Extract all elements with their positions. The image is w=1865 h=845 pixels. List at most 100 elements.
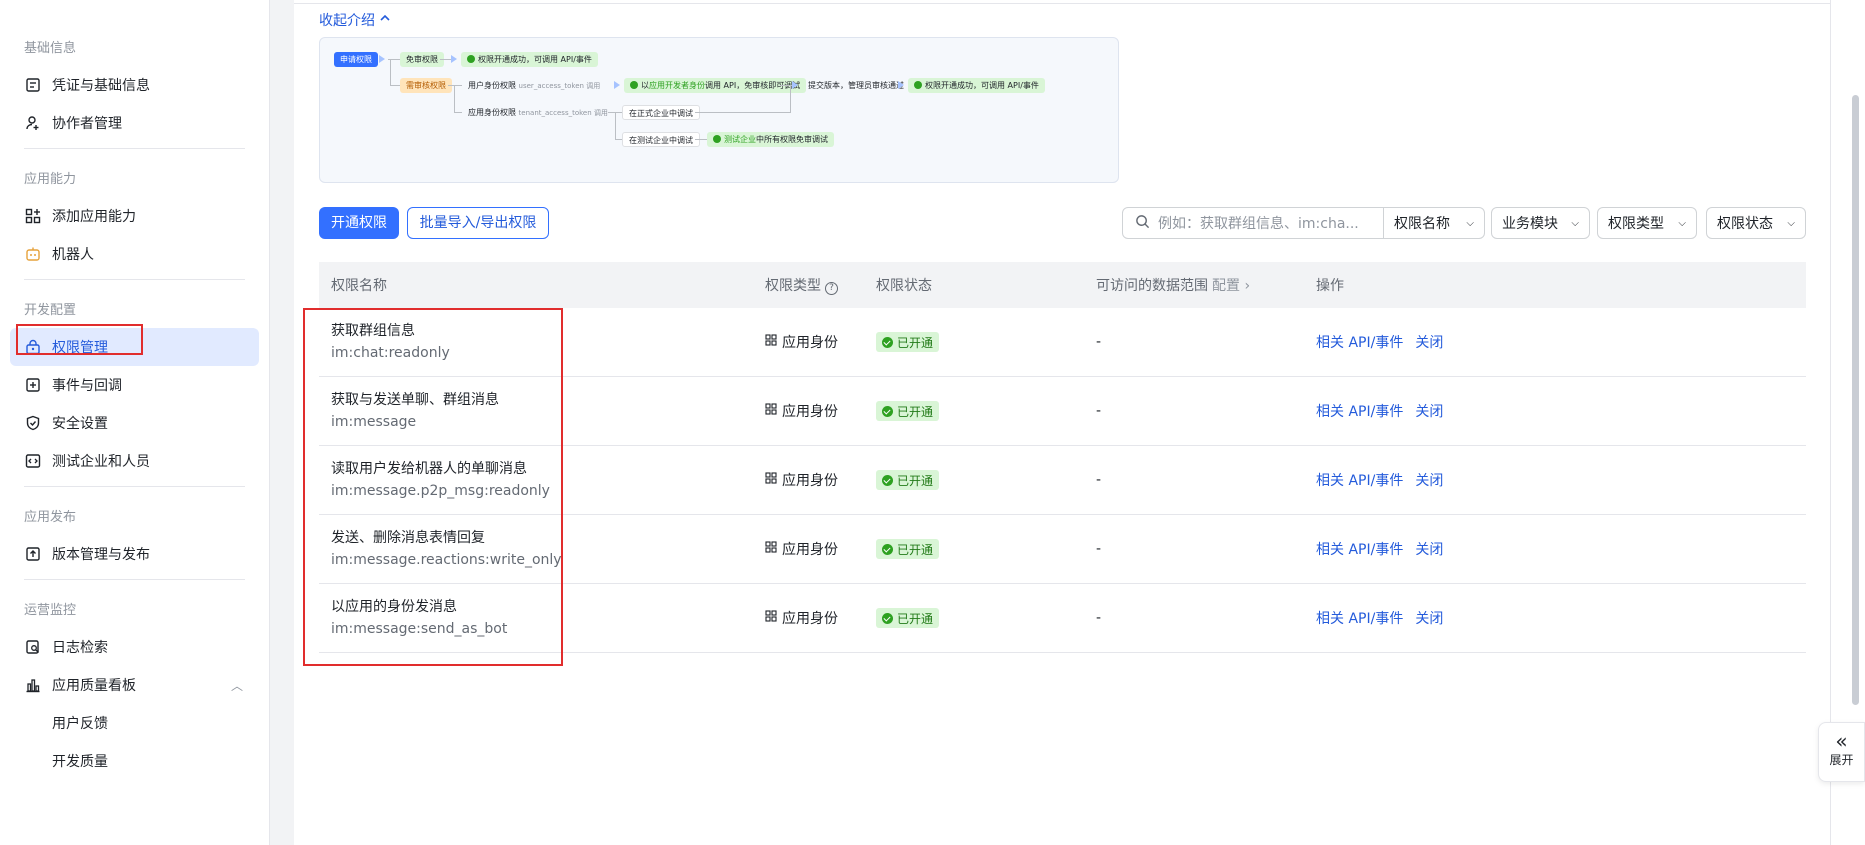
chevron-up-icon[interactable]: ︿ bbox=[231, 677, 243, 694]
nav-permissions[interactable]: 权限管理 bbox=[10, 328, 259, 366]
permission-name: 获取群组信息 bbox=[331, 323, 415, 339]
flow-arrow-icon bbox=[614, 81, 620, 89]
header-type: 权限类型? bbox=[765, 275, 876, 295]
collapse-intro-link[interactable]: 收起介绍 bbox=[319, 10, 391, 30]
header-scope-label: 可访问的数据范围 bbox=[1096, 278, 1208, 294]
related-api-link[interactable]: 相关 API/事件 bbox=[1316, 335, 1403, 351]
scrollbar-track[interactable] bbox=[1830, 0, 1865, 845]
robot-icon bbox=[24, 245, 42, 263]
ops-cell: 相关 API/事件 关闭 bbox=[1316, 470, 1806, 490]
scope-config-link[interactable]: 配置 › bbox=[1212, 278, 1250, 294]
permission-code: im:message.reactions:write_only bbox=[331, 552, 562, 568]
search-placeholder: 例如：获取群组信息、im:cha... bbox=[1158, 216, 1359, 232]
nav-events[interactable]: 事件与回调 bbox=[10, 366, 259, 404]
permission-name: 读取用户发给机器人的单聊消息 bbox=[331, 461, 527, 477]
related-api-link[interactable]: 相关 API/事件 bbox=[1316, 542, 1403, 558]
nav-label: 开发质量 bbox=[52, 754, 108, 770]
flow-text: 以 bbox=[641, 81, 649, 90]
nav-add-capability[interactable]: 添加应用能力 bbox=[10, 197, 259, 235]
filter-permission-type[interactable]: 权限类型 ⌵ bbox=[1597, 207, 1697, 239]
nav-label: 安全设置 bbox=[52, 416, 108, 432]
type-cell: 应用身份 bbox=[765, 608, 876, 628]
upload-icon bbox=[24, 545, 42, 563]
lock-icon bbox=[24, 338, 42, 356]
header-type-label: 权限类型 bbox=[765, 278, 821, 294]
table-row: 发送、删除消息表情回复 im:message.reactions:write_on… bbox=[319, 515, 1806, 584]
nav-dev-quality[interactable]: 开发质量 bbox=[10, 742, 259, 780]
permission-cell: 获取群组信息 im:chat:readonly bbox=[319, 320, 765, 364]
related-api-link[interactable]: 相关 API/事件 bbox=[1316, 473, 1403, 489]
header-ops: 操作 bbox=[1316, 278, 1344, 294]
nav-credentials[interactable]: 凭证与基础信息 bbox=[10, 66, 259, 104]
chevron-up-icon bbox=[379, 12, 391, 28]
event-icon bbox=[24, 376, 42, 394]
type-label: 应用身份 bbox=[782, 542, 838, 558]
sidebar: 基础信息 凭证与基础信息 协作者管理 应用能力 添加应用能力 机器人 开发配置 … bbox=[0, 0, 270, 845]
nav-security[interactable]: 安全设置 bbox=[10, 404, 259, 442]
filter-permission-name[interactable]: 权限名称 ⌵ bbox=[1383, 207, 1485, 239]
scope-cell: - bbox=[1096, 403, 1102, 419]
permission-cell: 发送、删除消息表情回复 im:message.reactions:write_on… bbox=[319, 527, 765, 571]
batch-import-export-button[interactable]: 批量导入/导出权限 bbox=[407, 207, 549, 239]
shield-icon bbox=[24, 414, 42, 432]
expand-panel-button[interactable]: « 展开 bbox=[1818, 722, 1865, 782]
flow-text: 应用身份权限 bbox=[468, 108, 516, 117]
status-label: 已开通 bbox=[897, 611, 934, 626]
flow-line bbox=[390, 59, 391, 86]
nav-robot[interactable]: 机器人 bbox=[10, 235, 259, 273]
related-api-link[interactable]: 相关 API/事件 bbox=[1316, 404, 1403, 420]
filter-business-module[interactable]: 业务模块 ⌵ bbox=[1491, 207, 1590, 239]
nav-label: 版本管理与发布 bbox=[52, 547, 150, 563]
chevron-down-icon: ⌵ bbox=[1466, 217, 1474, 229]
permissions-table: 权限名称 权限类型? 权限状态 可访问的数据范围 配置 › 操作 获取群组信息 im… bbox=[319, 262, 1806, 653]
scope-cell: - bbox=[1096, 541, 1102, 557]
filter-permission-status[interactable]: 权限状态 ⌵ bbox=[1706, 207, 1806, 239]
permission-code: im:message bbox=[331, 414, 417, 430]
status-cell: 已开通 bbox=[876, 401, 1096, 421]
nav-user-feedback[interactable]: 用户反馈 bbox=[10, 704, 259, 742]
close-permission-link[interactable]: 关闭 bbox=[1415, 611, 1443, 627]
nav-label: 事件与回调 bbox=[52, 378, 122, 394]
flow-final-result: 权限开通成功，可调用 API/事件 bbox=[908, 78, 1045, 93]
log-search-icon bbox=[24, 638, 42, 656]
nav-log-search[interactable]: 日志检索 bbox=[10, 628, 259, 666]
flow-arrow-icon bbox=[898, 81, 904, 89]
enable-permission-button[interactable]: 开通权限 bbox=[319, 207, 399, 239]
flow-text: 应用开发者身份 bbox=[649, 81, 705, 90]
flow-arrow-icon bbox=[792, 81, 798, 89]
check-circle-icon bbox=[882, 612, 893, 624]
header-scope: 可访问的数据范围 配置 › bbox=[1096, 275, 1316, 295]
expand-label: 展开 bbox=[1829, 753, 1854, 767]
close-permission-link[interactable]: 关闭 bbox=[1415, 335, 1443, 351]
check-circle-icon bbox=[882, 543, 893, 555]
status-label: 已开通 bbox=[897, 473, 934, 488]
help-icon[interactable]: ? bbox=[825, 282, 838, 295]
nav-collaborators[interactable]: 协作者管理 bbox=[10, 104, 259, 142]
search-input[interactable]: 例如：获取群组信息、im:cha... bbox=[1122, 207, 1384, 239]
flow-text: tenant_access_token 调用 bbox=[518, 109, 608, 117]
type-label: 应用身份 bbox=[782, 611, 838, 627]
nav-version-release[interactable]: 版本管理与发布 bbox=[10, 535, 259, 573]
close-permission-link[interactable]: 关闭 bbox=[1415, 473, 1443, 489]
related-api-link[interactable]: 相关 API/事件 bbox=[1316, 611, 1403, 627]
type-cell: 应用身份 bbox=[765, 539, 876, 559]
flow-apply: 申请权限 bbox=[334, 52, 378, 67]
nav-label: 凭证与基础信息 bbox=[52, 78, 150, 94]
permission-cell: 读取用户发给机器人的单聊消息 im:message.p2p_msg:readonl… bbox=[319, 458, 765, 502]
scrollbar-thumb[interactable] bbox=[1852, 95, 1859, 705]
nav-label: 机器人 bbox=[52, 247, 94, 263]
nav-test-tenant[interactable]: 测试企业和人员 bbox=[10, 442, 259, 480]
flow-line bbox=[695, 112, 790, 113]
nav-quality-board[interactable]: 应用质量看板 ︿ bbox=[10, 666, 259, 704]
grid-icon bbox=[765, 610, 777, 626]
close-permission-link[interactable]: 关闭 bbox=[1415, 542, 1443, 558]
status-cell: 已开通 bbox=[876, 470, 1096, 490]
table-row: 以应用的身份发消息 im:message:send_as_bot 应用身份 已开通… bbox=[319, 584, 1806, 653]
close-permission-link[interactable]: 关闭 bbox=[1415, 404, 1443, 420]
table-header: 权限名称 权限类型? 权限状态 可访问的数据范围 配置 › 操作 bbox=[319, 262, 1806, 308]
ops-cell: 相关 API/事件 关闭 bbox=[1316, 401, 1806, 421]
type-label: 应用身份 bbox=[782, 473, 838, 489]
section-title: 应用能力 bbox=[24, 172, 77, 187]
type-cell: 应用身份 bbox=[765, 470, 876, 490]
nav-label: 权限管理 bbox=[52, 340, 108, 356]
